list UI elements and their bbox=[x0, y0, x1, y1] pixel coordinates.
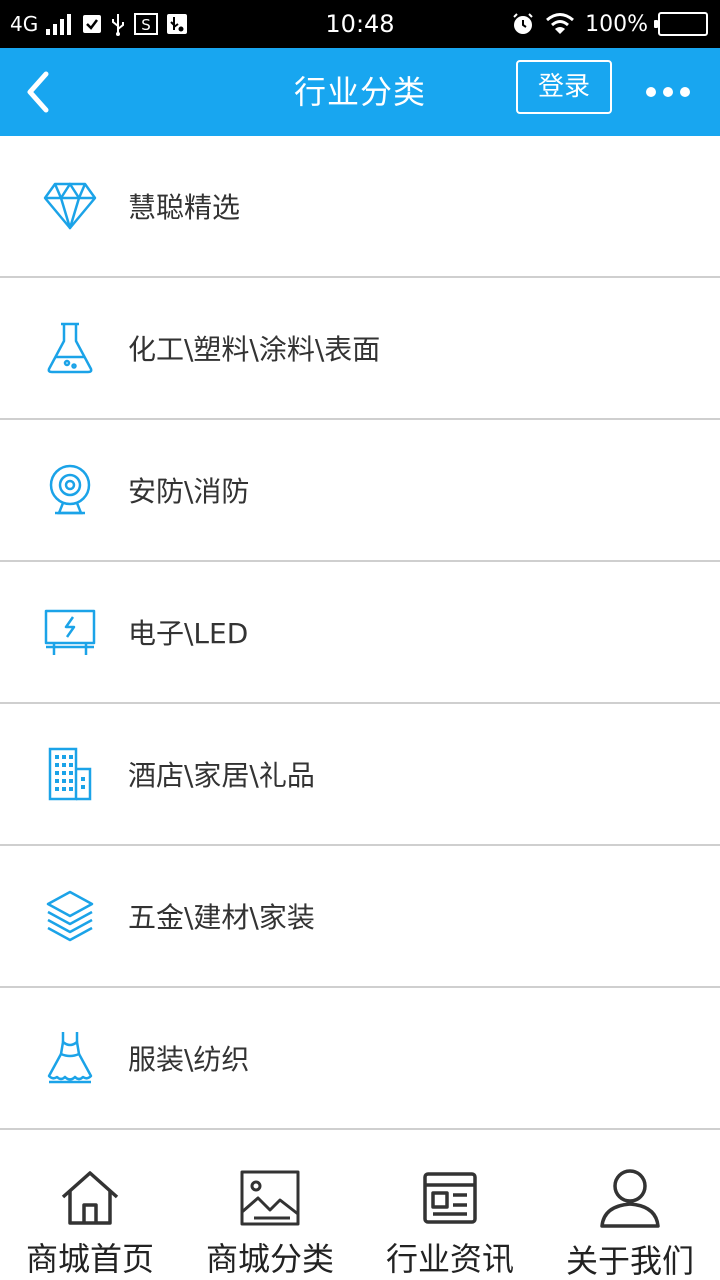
wifi-icon bbox=[545, 12, 575, 36]
category-label: 安防\消防 bbox=[128, 475, 250, 508]
category-label: 酒店\家居\礼品 bbox=[128, 759, 315, 792]
diamond-icon bbox=[42, 178, 98, 234]
category-item-electronics[interactable]: 电子\LED bbox=[0, 562, 720, 704]
battery-percent: 100% bbox=[585, 11, 648, 37]
nav-item-about[interactable]: 关于我们 bbox=[540, 1150, 720, 1280]
category-list: 慧聪精选 化工\塑料\涂料\表面 安防\消防 电子\LED 酒店\家居\礼品 五… bbox=[0, 136, 720, 1130]
nav-label: 行业资讯 bbox=[385, 1240, 514, 1278]
more-dot-icon bbox=[646, 87, 656, 97]
more-dot-icon bbox=[680, 87, 690, 97]
category-item-chemical[interactable]: 化工\塑料\涂料\表面 bbox=[0, 278, 720, 420]
nav-label: 商城首页 bbox=[25, 1240, 154, 1278]
login-button[interactable]: 登录 bbox=[516, 60, 612, 114]
category-label: 服装\纺织 bbox=[128, 1043, 250, 1076]
nav-item-news[interactable]: 行业资讯 bbox=[360, 1150, 540, 1280]
category-item-apparel[interactable]: 服装\纺织 bbox=[0, 988, 720, 1130]
more-menu-button[interactable] bbox=[640, 70, 696, 114]
nav-label: 商城分类 bbox=[205, 1240, 334, 1278]
nav-label: 关于我们 bbox=[565, 1242, 694, 1280]
page-title: 行业分类 bbox=[293, 73, 426, 111]
flask-icon bbox=[42, 320, 98, 376]
category-item-hardware[interactable]: 五金\建材\家装 bbox=[0, 846, 720, 988]
layers-icon bbox=[42, 888, 98, 944]
status-right: 100% bbox=[511, 0, 708, 48]
app-header: 行业分类 登录 bbox=[0, 48, 720, 136]
status-bar: 4G S 10:48 100% bbox=[0, 0, 720, 48]
led-board-icon bbox=[42, 604, 98, 660]
dress-icon bbox=[42, 1030, 98, 1086]
image-icon bbox=[238, 1168, 302, 1228]
bottom-nav: 商城首页 商城分类 行业资讯 关于我们 bbox=[0, 1150, 720, 1280]
category-item-hotel[interactable]: 酒店\家居\礼品 bbox=[0, 704, 720, 846]
nav-item-category[interactable]: 商城分类 bbox=[180, 1150, 360, 1280]
category-item-security[interactable]: 安防\消防 bbox=[0, 420, 720, 562]
battery-icon bbox=[654, 12, 708, 36]
more-dot-icon bbox=[663, 87, 673, 97]
nav-item-home[interactable]: 商城首页 bbox=[0, 1150, 180, 1280]
category-label: 化工\塑料\涂料\表面 bbox=[128, 333, 381, 366]
home-icon bbox=[58, 1168, 122, 1228]
webcam-icon bbox=[42, 462, 98, 518]
alarm-icon bbox=[511, 12, 535, 36]
category-item-featured[interactable]: 慧聪精选 bbox=[0, 136, 720, 278]
category-label: 电子\LED bbox=[128, 617, 249, 650]
news-icon bbox=[418, 1168, 482, 1228]
building-icon bbox=[42, 746, 98, 802]
category-label: 五金\建材\家装 bbox=[128, 901, 315, 934]
user-icon bbox=[598, 1168, 662, 1230]
category-label: 慧聪精选 bbox=[128, 191, 241, 224]
